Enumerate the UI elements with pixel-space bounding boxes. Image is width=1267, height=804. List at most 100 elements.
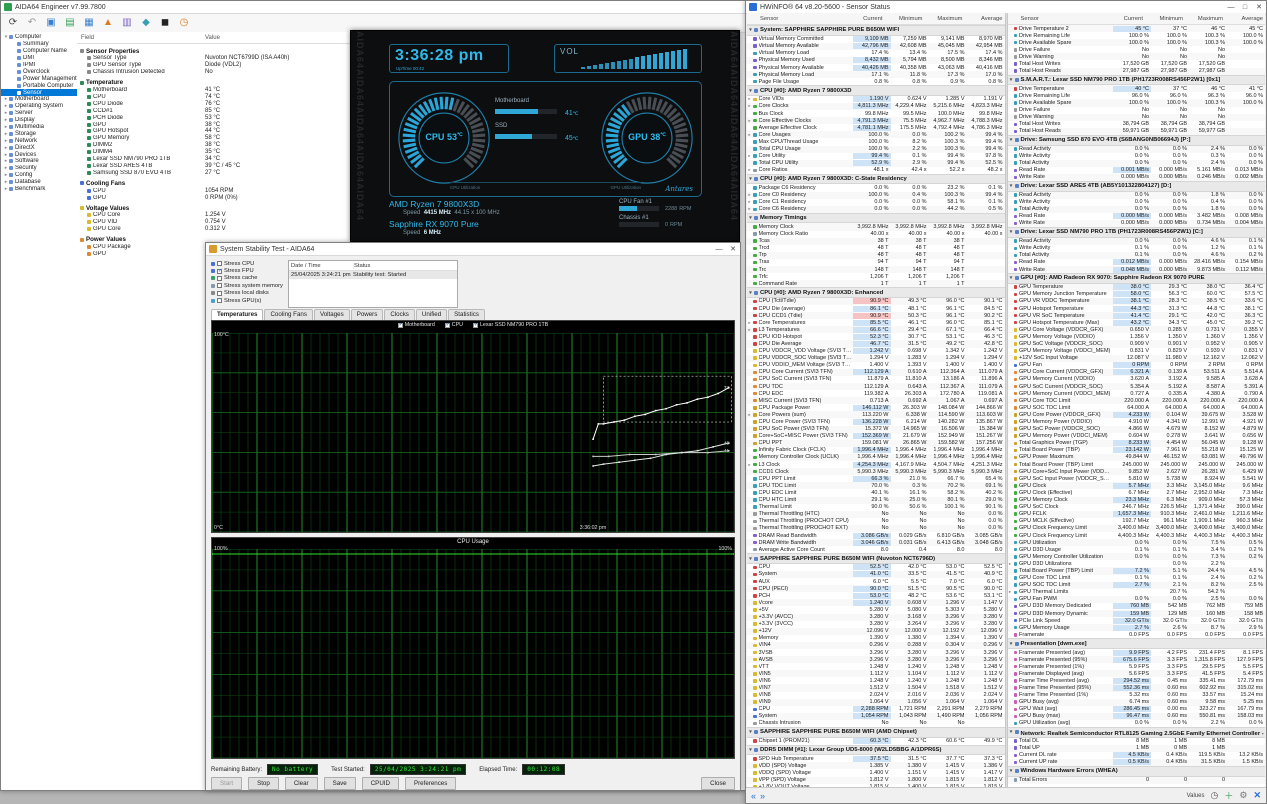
devices-icon[interactable]: ▣ [45,18,57,28]
tab-clocks[interactable]: Clocks [384,309,415,320]
close-button[interactable]: Close [701,777,735,790]
sensor-row[interactable]: Physical Memory Load17.1 %11.8 %17.3 %17… [747,71,1005,78]
sensor-row[interactable]: ▸Core Temperatures85.5 °C46.1 °C96.0 °C8… [747,319,1005,326]
sensor-row[interactable]: +3.3V (3VCC)3.280 V3.264 V3.296 V3.280 V [747,621,1005,628]
sensor-row[interactable]: VIN51.112 V1.104 V1.112 V1.112 V [747,670,1005,677]
sensor-row[interactable]: Total Host Reads59,971 GB59,971 GB59,977… [1008,128,1266,135]
minimize-icon[interactable]: — [712,243,726,255]
sensor-row[interactable]: GPU Clock Frequency Limit3,400.0 MHz3,40… [1008,525,1266,532]
field-row[interactable]: CPU VID0.754 V [77,219,350,226]
sensor-row[interactable]: VIN40.296 V0.288 V0.304 V0.296 V [747,642,1005,649]
sensor-row[interactable]: VIN61.248 V1.240 V1.248 V1.248 V [747,677,1005,684]
sensor-row[interactable]: Drive Temperature40 °C37 °C46 °C41 °C [1008,85,1266,92]
sensor-row[interactable]: GPU VR SoC Temperature41.4 °C29.1 °C42.0… [1008,312,1266,319]
sensor-row[interactable]: ▸L3 Clock4,254.3 MHz4,167.9 MHz4,504.7 M… [747,461,1005,468]
tab-voltages[interactable]: Voltages [314,309,350,320]
sensor-row[interactable]: GPU MCLK (Effective)192.7 MHz96.1 MHz1,9… [1008,518,1266,525]
field-row[interactable]: Samsung SSD 870 EVO 4TB27 °C [77,169,350,176]
sidebar-item-ipmi[interactable]: IPMI [1,62,77,69]
sensor-row[interactable]: CPU (PECI)90.0 °C51.5 °C90.5 °C90.0 °C [747,585,1005,592]
sensor-row[interactable]: GPU Wait (avg)286.45 ms0.00 ms323.27 ms1… [1008,706,1266,713]
sensor-row[interactable]: GPU Core Current (VDDCR_GFX)6.321 A0.139… [1008,369,1266,376]
sensor-row[interactable]: +12V SoC Input Voltage12.087 V11.980 V12… [1008,355,1266,362]
sensor-row[interactable]: Read Activity0.0 %0.0 %2.4 %0.0 % [1008,146,1266,153]
field-row[interactable]: Motherboard41 °C [77,87,350,94]
sidebar-item-computer-name[interactable]: Computer Name [1,48,77,55]
sensor-row[interactable]: GPU VR VDDC Temperature38.1 °C28.3 °C38.… [1008,298,1266,305]
sensor-row[interactable]: PCH53.0 °C48.2 °C53.6 °C53.1 °C [747,592,1005,599]
settings-gear-icon[interactable]: ⚙ [1239,790,1247,801]
sensor-row[interactable]: Drive FailureNoNoNo [1008,107,1266,114]
sensor-row[interactable]: DRAM Write Bandwidth3.046 GB/s0.031 GB/s… [747,539,1005,546]
sensor-section-header[interactable]: ▾Memory Timings [747,213,1005,224]
test-log-table[interactable]: Date / TimeStatus25/04/2025 3:24:21 pmSt… [288,260,458,308]
field-row[interactable]: GPU Core0.312 V [77,226,350,233]
start-button[interactable]: Start [211,777,242,790]
sensor-row[interactable]: CPU2,288 RPM1,721 RPM2,291 RPM2,279 RPM [747,706,1005,713]
sidebar-item-portable-computer[interactable]: Portable Computer [1,82,77,89]
sensor-row[interactable]: Frame Time Presented (1%)5.32 ms0.60 ms3… [1008,692,1266,699]
collapse-icon[interactable]: ▾ [1008,729,1015,735]
sensor-row[interactable]: Total Board Power (TBP)23.142 W7.961 W55… [1008,447,1266,454]
collapse-icon[interactable]: ▾ [747,290,754,296]
sensor-row[interactable]: GPU SoC Current (VDDCR_SOC)5.354 A5.192 … [1008,383,1266,390]
sensor-row[interactable]: CPU CCD1 (Tdie)90.9 °C50.3 °C96.1 °C90.2… [747,312,1005,319]
sensor-row[interactable]: Memory Clock3,992.8 MHz3,992.8 MHz3,992.… [747,223,1005,230]
sensor-row[interactable]: CPU (Tctl/Tdie)90.9 °C49.3 °C96.0 °C90.1… [747,298,1005,305]
sensor-row[interactable]: Framerate Presented (1%)5.9 FPS3.3 FPS29… [1008,663,1266,670]
sensor-row[interactable]: Tras94 T94 T94 T [747,259,1005,266]
sensor-row[interactable]: Thermal Throttling (PROCHOT EXT)NoNoNo0.… [747,525,1005,532]
close-sensors-icon[interactable]: ✕ [1253,790,1261,801]
sensor-row[interactable]: CPU VDDCR_SOC Voltage (SVI3 TFN)1.294 V1… [747,355,1005,362]
tab-unified[interactable]: Unified [416,309,447,320]
value-column-header[interactable]: Value [205,35,220,41]
field-row[interactable]: Chassis Intrusion DetectedNo [77,69,350,76]
sensor-section-header[interactable]: ▾Windows Hardware Errors (WHEA) [1008,766,1266,777]
sensor-row[interactable]: Write Activity0.0 %0.0 %0.3 %0.0 % [1008,153,1266,160]
sensor-row[interactable]: GPU Fan0 RPM0 RPM2 RPM0 RPM [1008,362,1266,369]
sidebar-item-display[interactable]: ▸Display [1,117,77,124]
sensor-row[interactable]: Frame Time Presented (avg)294.52 ms0.45 … [1008,677,1266,684]
sensor-row[interactable]: Virtual Memory Committed9,109 MB7,259 MB… [747,36,1005,43]
field-row[interactable]: CPU Diode76 °C [77,100,350,107]
sensor-row[interactable]: CPU SoC Current (SVI3 TFN)11.879 A11.810… [747,376,1005,383]
sensor-row[interactable]: Read Activity0.0 %0.0 %4.6 %0.1 % [1008,238,1266,245]
sensor-row[interactable]: Write Activity0.0 %0.0 %0.4 %0.0 % [1008,199,1266,206]
col-header-minimum[interactable]: Minimum [1145,16,1185,22]
sensor-row[interactable]: MISC Current (SVI3 TFN)0.713 A0.692 A1.0… [747,397,1005,404]
temperature-graph[interactable]: ✓Motherboard✓CPU✓Lexar SSD NM790 PRO 1TB… [211,320,735,533]
sensor-row[interactable]: GPU Hotspot Temperature (Max)43.2 °C34.3… [1008,319,1266,326]
sensor-row[interactable]: Total Host Reads27,987 GB27,987 GB27,987… [1008,68,1266,75]
legend-checkbox-icon[interactable]: ✓ [473,323,478,328]
sensor-row[interactable]: GPU Clock5.7 MHz3.3 MHz3,145.0 MHz9.6 MH… [1008,482,1266,489]
sensor-row[interactable]: VIN71.512 V1.504 V1.518 V1.512 V [747,684,1005,691]
network-icon[interactable]: ▦ [83,18,95,28]
col-header-average[interactable]: Average [965,16,1005,22]
sensor-row[interactable]: GPU Memory Controller Utilization0.0 %0.… [1008,553,1266,560]
sensor-row[interactable]: Total Board Power (TBP) Limit7.2 %5.1 %2… [1008,567,1266,574]
sensor-row[interactable]: ▸Core Ratios48.1 x42.4 x52.2 x48.2 x [747,167,1005,174]
maximize-icon[interactable]: □ [1238,1,1252,13]
sensor-row[interactable]: Total CPU Usage100.0 %2.2 %100.3 %99.4 % [747,146,1005,153]
field-row[interactable]: CPU Core1.254 V [77,212,350,219]
sensor-row[interactable]: GPU SOC TDC Limit64.000 A64.000 A64.000 … [1008,404,1266,411]
sensor-row[interactable]: Trc148 T148 T148 T [747,266,1005,273]
sensor-row[interactable]: Drive FailureNoNoNo [1008,46,1266,53]
sensor-row[interactable]: Package C6 Residency0.0 %0.0 %23.2 %0.1 … [747,184,1005,191]
clock-icon[interactable]: ◷ [178,18,190,28]
audio-icon[interactable]: ◆ [140,18,152,28]
tab-statistics[interactable]: Statistics [448,309,485,320]
collapse-icon[interactable]: ▾ [1008,641,1015,647]
collapse-icon[interactable]: ▾ [1008,183,1015,189]
sensor-row[interactable]: GPU Memory Usage2.7 %2.6 %8.7 %2.9 % [1008,624,1266,631]
collapse-icon[interactable]: ▾ [747,88,754,94]
sensor-section-header[interactable]: ▾CPU [#0]: AMD Ryzen 7 9800X3D: Enhanced [747,287,1005,298]
sensor-row[interactable]: Total UP1 MB0 MB1 MB [1008,745,1266,752]
sensor-row[interactable]: Thermal Limit90.0 %50.6 %100.1 %90.1 % [747,504,1005,511]
sensor-row[interactable]: CPU Package Power146.112 W26.303 W148.08… [747,404,1005,411]
sensor-row[interactable]: Trp48 T48 T48 T [747,252,1005,259]
tab-powers[interactable]: Powers [351,309,384,320]
sensor-row[interactable]: GPU Clock (Effective)6.7 MHz2.7 MHz2,952… [1008,489,1266,496]
sensor-row[interactable]: GPU Core TDC Limit0.1 %0.1 %2.4 %0.2 % [1008,575,1266,582]
sensor-row[interactable]: Frame Time Presented (95%)552.36 ms0.60 … [1008,684,1266,691]
